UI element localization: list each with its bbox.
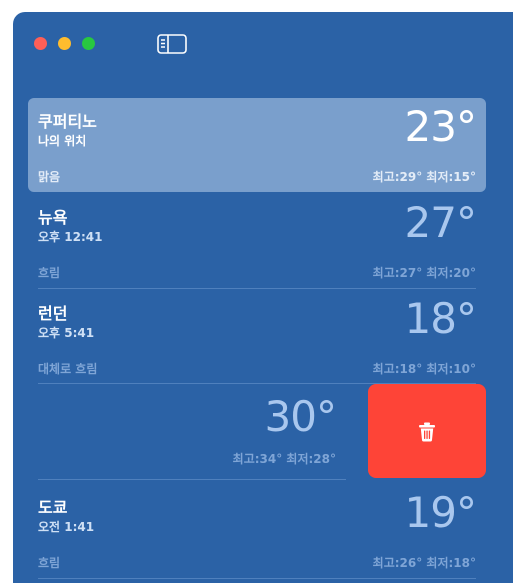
city-name: 런던 <box>38 304 68 323</box>
city-temperature: 19° <box>404 488 477 537</box>
city-card-cupertino[interactable]: 쿠퍼티노 나의 위치 23° 맑음 최고:29° 최저:15° <box>28 98 486 192</box>
city-name: 쿠퍼티노 <box>38 112 97 131</box>
close-window-button[interactable] <box>34 37 47 50</box>
city-local-time: 오후 12:41 <box>38 230 103 244</box>
city-hilo: 최고:27° 최저:20° <box>372 266 476 280</box>
city-name: 도쿄 <box>38 498 68 517</box>
delete-city-button[interactable] <box>368 384 486 478</box>
row-divider <box>38 288 476 289</box>
city-condition: 흐림 <box>38 266 61 280</box>
city-card-swiped[interactable]: 30° 최고:34° 최저:28° <box>28 388 348 482</box>
sidebar-toggle-icon[interactable] <box>157 34 187 54</box>
city-card-tokyo[interactable]: 도쿄 오전 1:41 19° 흐림 최고:26° 최저:18° <box>28 484 486 578</box>
row-divider <box>38 479 346 480</box>
city-local-time: 오전 1:41 <box>38 520 95 534</box>
city-hilo: 최고:26° 최저:18° <box>372 556 476 570</box>
city-temperature: 30° <box>264 392 337 441</box>
row-divider <box>38 578 476 579</box>
zoom-window-button[interactable] <box>82 37 95 50</box>
minimize-window-button[interactable] <box>58 37 71 50</box>
city-card-london[interactable]: 런던 오후 5:41 18° 대체로 흐림 최고:18° 최저:10° <box>28 290 486 384</box>
city-local-time: 오후 5:41 <box>38 326 95 340</box>
city-condition: 흐림 <box>38 556 61 570</box>
city-temperature: 23° <box>404 102 477 151</box>
city-hilo: 최고:34° 최저:28° <box>232 452 336 466</box>
weather-window: 쿠퍼티노 나의 위치 23° 맑음 최고:29° 최저:15° 뉴욕 오후 12… <box>13 12 513 583</box>
city-name: 뉴욕 <box>38 208 68 227</box>
city-subtitle: 나의 위치 <box>38 134 87 148</box>
city-temperature: 27° <box>404 198 477 247</box>
city-hilo: 최고:18° 최저:10° <box>372 362 476 376</box>
trash-icon <box>419 422 435 442</box>
city-condition: 맑음 <box>38 170 61 184</box>
city-card-new-york[interactable]: 뉴욕 오후 12:41 27° 흐림 최고:27° 최저:20° <box>28 194 486 288</box>
city-condition: 대체로 흐림 <box>38 362 98 376</box>
city-temperature: 18° <box>404 294 477 343</box>
city-hilo: 최고:29° 최저:15° <box>372 170 476 184</box>
